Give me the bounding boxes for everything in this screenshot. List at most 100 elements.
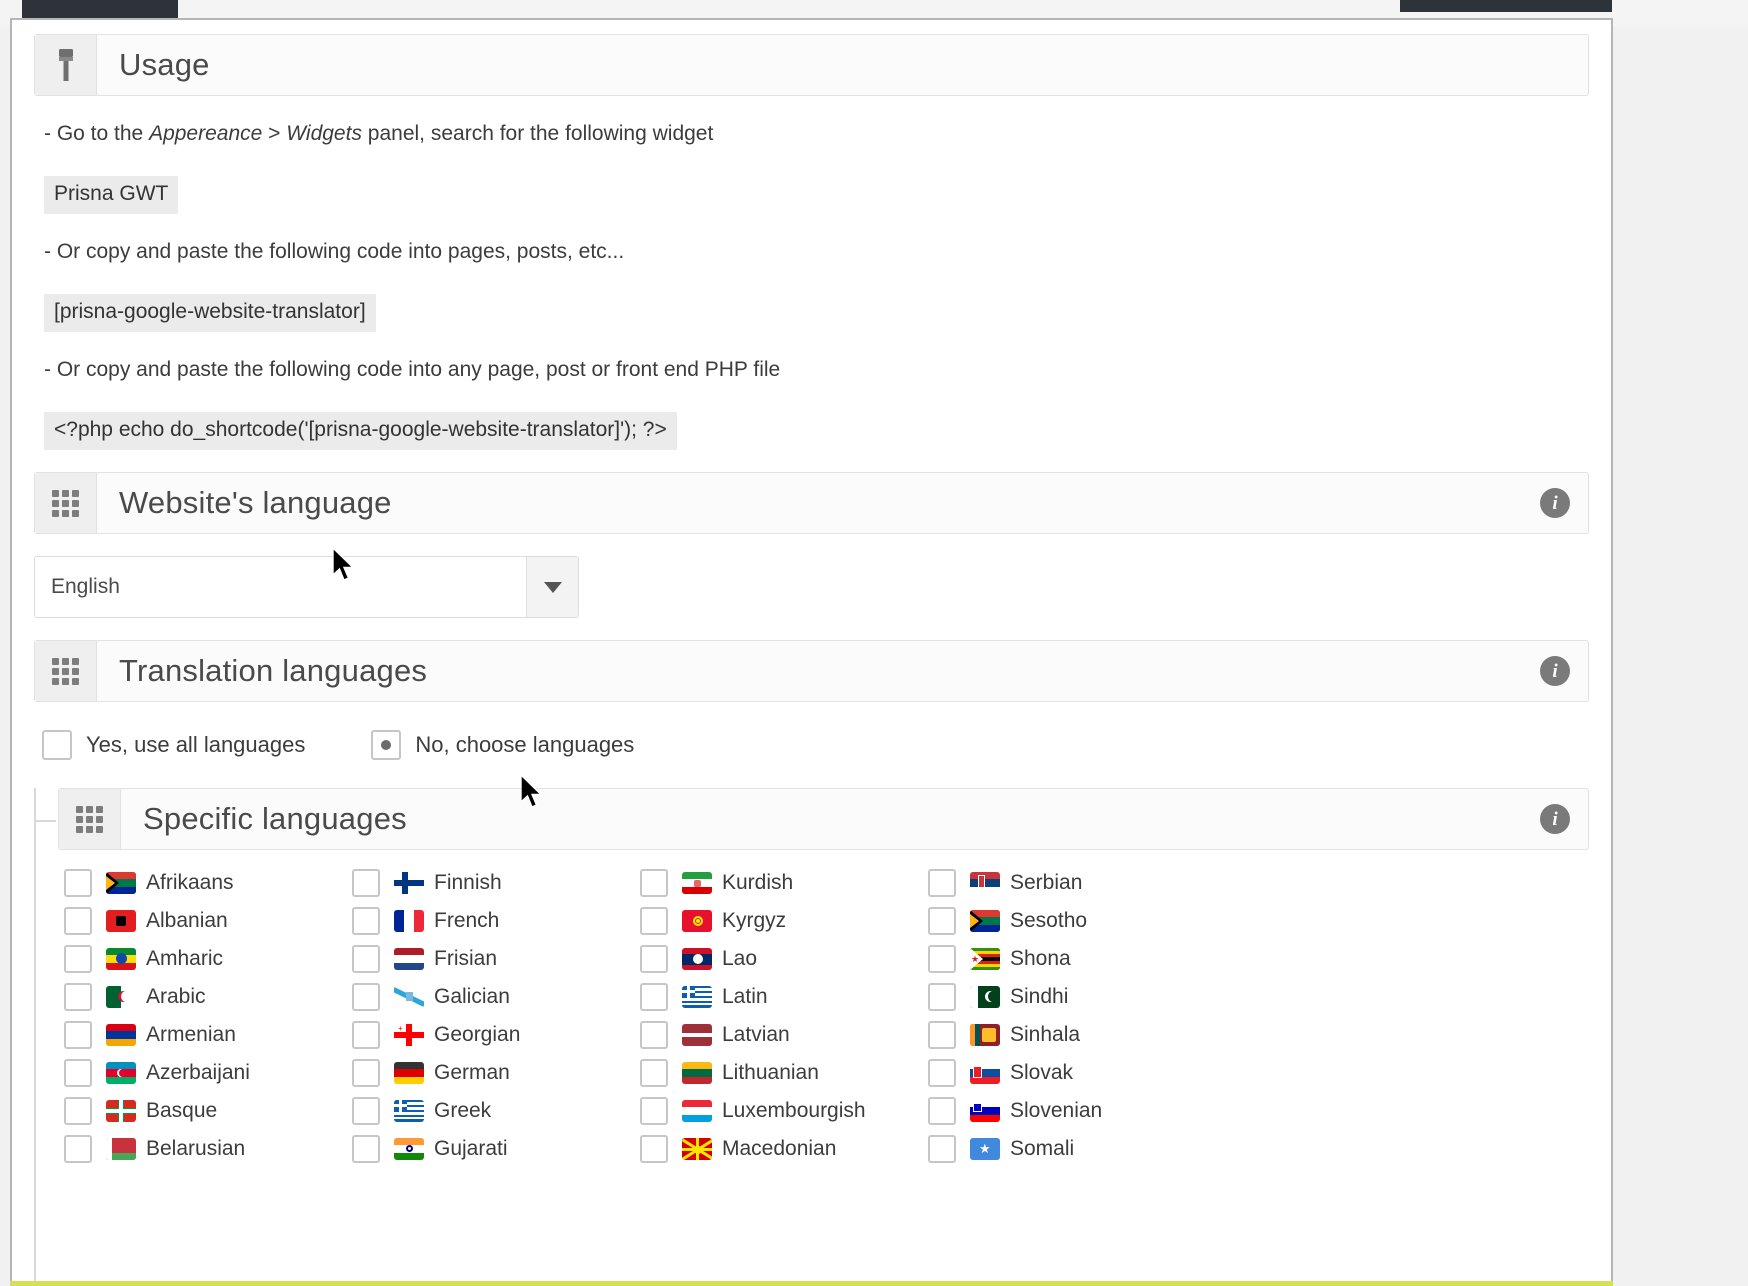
language-label: Somali (1010, 1137, 1074, 1161)
checkbox-sesotho[interactable] (928, 907, 956, 935)
language-option-sesotho[interactable]: Sesotho (928, 902, 1216, 940)
language-label: Kyrgyz (722, 909, 786, 933)
website-language-select[interactable]: English (34, 556, 579, 618)
website-language-info-wrapper[interactable]: i (1540, 473, 1588, 533)
usage-line1-mid: > (262, 122, 286, 145)
checkbox-sinhala[interactable] (928, 1021, 956, 1049)
checkbox-latin[interactable] (640, 983, 668, 1011)
language-option-gujarati[interactable]: Gujarati (352, 1130, 640, 1168)
flag-icon-al (106, 910, 136, 932)
checkbox-slovenian[interactable] (928, 1097, 956, 1125)
checkbox-belarusian[interactable] (64, 1135, 92, 1163)
checkbox-afrikaans[interactable] (64, 869, 92, 897)
language-label: Sesotho (1010, 909, 1087, 933)
checkbox-basque[interactable] (64, 1097, 92, 1125)
checkbox-armenian[interactable] (64, 1021, 92, 1049)
flag-icon-gr (394, 1100, 424, 1122)
checkbox-arabic[interactable] (64, 983, 92, 1011)
checkbox-frisian[interactable] (352, 945, 380, 973)
language-option-azerbaijani[interactable]: Azerbaijani (64, 1054, 352, 1092)
choice-choose-languages[interactable]: No, choose languages (371, 730, 634, 760)
website-language-selected-value: English (35, 575, 120, 599)
choice-use-all-languages[interactable]: Yes, use all languages (42, 730, 305, 760)
shortcode-code[interactable]: [prisna-google-website-translator] (44, 294, 376, 332)
checkbox-azerbaijani[interactable] (64, 1059, 92, 1087)
checkbox-albanian[interactable] (64, 907, 92, 935)
language-option-basque[interactable]: Basque (64, 1092, 352, 1130)
info-icon[interactable]: i (1540, 804, 1570, 834)
language-option-latin[interactable]: Latin (640, 978, 928, 1016)
checkbox-serbian[interactable] (928, 869, 956, 897)
language-option-serbian[interactable]: Serbian (928, 864, 1216, 902)
usage-line1-emphasis-appearance: Appereance (149, 122, 262, 145)
checkbox-kurdish[interactable] (640, 869, 668, 897)
language-option-latvian[interactable]: Latvian (640, 1016, 928, 1054)
language-option-lao[interactable]: Lao (640, 940, 928, 978)
checkbox-georgian[interactable] (352, 1021, 380, 1049)
language-label: Slovak (1010, 1061, 1073, 1085)
language-option-shona[interactable]: ★Shona (928, 940, 1216, 978)
language-option-macedonian[interactable]: Macedonian (640, 1130, 928, 1168)
checkbox-french[interactable] (352, 907, 380, 935)
checkbox-lithuanian[interactable] (640, 1059, 668, 1087)
translation-languages-section-header: Translation languages i (34, 640, 1589, 702)
widget-name-code[interactable]: Prisna GWT (44, 176, 178, 214)
language-option-belarusian[interactable]: Belarusian (64, 1130, 352, 1168)
checkbox-latvian[interactable] (640, 1021, 668, 1049)
checkbox-finnish[interactable] (352, 869, 380, 897)
language-option-frisian[interactable]: Frisian (352, 940, 640, 978)
language-option-amharic[interactable]: Amharic (64, 940, 352, 978)
php-snippet-code[interactable]: <?php echo do_shortcode('[prisna-google-… (44, 412, 677, 450)
language-option-slovenian[interactable]: Slovenian (928, 1092, 1216, 1130)
language-option-galician[interactable]: Galician (352, 978, 640, 1016)
checkbox-german[interactable] (352, 1059, 380, 1087)
language-option-french[interactable]: French (352, 902, 640, 940)
language-option-sinhala[interactable]: Sinhala (928, 1016, 1216, 1054)
checkbox-use-all-languages[interactable] (42, 730, 72, 760)
flag-icon-za (106, 872, 136, 894)
language-option-sindhi[interactable]: Sindhi (928, 978, 1216, 1016)
info-icon[interactable]: i (1540, 656, 1570, 686)
language-option-arabic[interactable]: Arabic (64, 978, 352, 1016)
language-label: Kurdish (722, 871, 793, 895)
language-option-german[interactable]: German (352, 1054, 640, 1092)
language-option-kurdish[interactable]: Kurdish (640, 864, 928, 902)
browser-tab-active[interactable] (22, 0, 178, 18)
language-option-greek[interactable]: Greek (352, 1092, 640, 1130)
checkbox-shona[interactable] (928, 945, 956, 973)
checkbox-galician[interactable] (352, 983, 380, 1011)
checkbox-macedonian[interactable] (640, 1135, 668, 1163)
flag-icon-pk (970, 986, 1000, 1008)
checkbox-greek[interactable] (352, 1097, 380, 1125)
checkbox-somali[interactable] (928, 1135, 956, 1163)
language-option-finnish[interactable]: Finnish (352, 864, 640, 902)
choice-choose-languages-label: No, choose languages (415, 732, 634, 758)
checkbox-lao[interactable] (640, 945, 668, 973)
flag-icon-et (106, 948, 136, 970)
language-option-albanian[interactable]: Albanian (64, 902, 352, 940)
info-icon[interactable]: i (1540, 488, 1570, 518)
usage-instruction-line-2: - Or copy and paste the following code i… (34, 214, 1589, 264)
language-label: Frisian (434, 947, 497, 971)
language-option-afrikaans[interactable]: Afrikaans (64, 864, 352, 902)
checkbox-sindhi[interactable] (928, 983, 956, 1011)
language-option-georgian[interactable]: +Georgian (352, 1016, 640, 1054)
language-option-slovak[interactable]: Slovak (928, 1054, 1216, 1092)
checkbox-kyrgyz[interactable] (640, 907, 668, 935)
flag-icon-kg (682, 910, 712, 932)
specific-languages-info-wrapper[interactable]: i (1540, 789, 1588, 849)
language-label: Sindhi (1010, 985, 1068, 1009)
checkbox-gujarati[interactable] (352, 1135, 380, 1163)
language-option-somali[interactable]: ★Somali (928, 1130, 1216, 1168)
checkbox-slovak[interactable] (928, 1059, 956, 1087)
language-option-lithuanian[interactable]: Lithuanian (640, 1054, 928, 1092)
checkbox-luxembourgish[interactable] (640, 1097, 668, 1125)
usage-line1-prefix: - Go to the (44, 122, 149, 145)
chevron-down-icon[interactable] (526, 557, 578, 617)
checkbox-choose-languages[interactable] (371, 730, 401, 760)
translation-languages-info-wrapper[interactable]: i (1540, 641, 1588, 701)
language-option-luxembourgish[interactable]: Luxembourgish (640, 1092, 928, 1130)
language-option-armenian[interactable]: Armenian (64, 1016, 352, 1054)
language-option-kyrgyz[interactable]: Kyrgyz (640, 902, 928, 940)
checkbox-amharic[interactable] (64, 945, 92, 973)
